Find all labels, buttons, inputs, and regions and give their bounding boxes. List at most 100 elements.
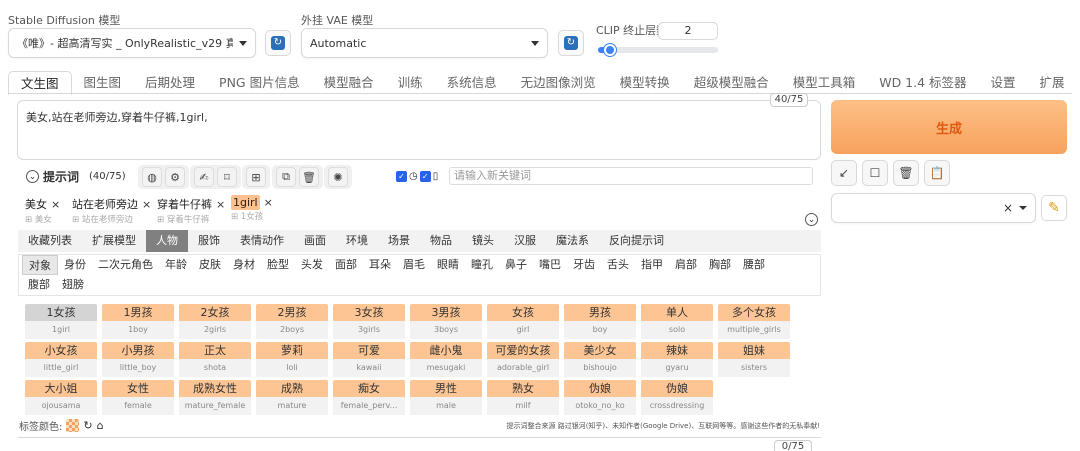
checkbox-icon[interactable]: ✓ <box>396 171 407 182</box>
tag-chip[interactable]: 3男孩 3boys <box>410 304 482 339</box>
prompt-tag[interactable]: 穿着牛仔裤 × ⊞ 穿着牛仔裤 <box>157 196 225 225</box>
close-icon[interactable]: × <box>142 198 151 211</box>
edit-doc-icon[interactable]: ✍ <box>194 167 214 187</box>
keyword-input[interactable]: 请输入新关键词 <box>449 167 813 185</box>
tag-chip[interactable]: 男孩 boy <box>564 304 636 339</box>
trash-icon[interactable]: 🗑 <box>299 167 319 187</box>
tag-chip[interactable]: 成熟女性 mature_female <box>179 380 251 415</box>
tag-chip[interactable]: 熟女 milf <box>487 380 559 415</box>
tab-9[interactable]: 超级模型融合 <box>682 71 781 95</box>
tag-chip[interactable]: 成熟 mature <box>256 380 328 415</box>
sd-model-select[interactable]: 《唯》- 超高清写实 _ OnlyRealistic_v29 真实.sa <box>8 28 256 58</box>
tab-8[interactable]: 模型转换 <box>608 71 682 95</box>
tab-12[interactable]: 设置 <box>979 71 1028 95</box>
bookmark-icon[interactable]: ⌑ <box>217 167 237 187</box>
chevron-down-icon[interactable]: ⌄ <box>805 213 818 226</box>
vae-select[interactable]: Automatic <box>301 28 548 58</box>
category-tab[interactable]: 场景 <box>378 230 420 252</box>
checkbox-icon[interactable]: ✓ <box>419 171 431 182</box>
close-icon[interactable]: × <box>51 198 60 211</box>
tag-chip[interactable]: 2女孩 2girls <box>179 304 251 339</box>
subcategory-tab[interactable]: 头发 <box>295 255 329 275</box>
clip-slider[interactable] <box>598 44 718 56</box>
tag-chip[interactable]: 2男孩 2boys <box>256 304 328 339</box>
tag-chip[interactable]: 1女孩 1girl <box>25 304 97 339</box>
tag-chip[interactable]: 伪娘 otoko_no_ko <box>564 380 636 415</box>
subcategory-tab[interactable]: 舌头 <box>601 255 635 275</box>
subcategory-tab[interactable]: 面部 <box>329 255 363 275</box>
subcategory-tab[interactable]: 腰部 <box>737 255 771 275</box>
gear-icon[interactable]: ⚙ <box>165 167 185 187</box>
subcategory-tab[interactable]: 耳朵 <box>363 255 397 275</box>
tab-7[interactable]: 无边图像浏览 <box>509 71 608 95</box>
trash-button[interactable]: 🗑 <box>893 160 919 186</box>
tag-chip[interactable]: 伪娘 crossdressing <box>641 380 713 415</box>
subcategory-tab[interactable]: 胸部 <box>703 255 737 275</box>
sd-model-refresh-button[interactable]: ↻ <box>265 30 291 56</box>
close-icon[interactable]: × <box>216 198 225 211</box>
subcategory-tab[interactable]: 二次元角色 <box>92 255 159 275</box>
tag-chip[interactable]: 姐妹 sisters <box>718 342 790 377</box>
tag-chip[interactable]: 痴女 female_perv... <box>333 380 405 415</box>
tag-chip[interactable]: 辣妹 gyaru <box>641 342 713 377</box>
category-tab[interactable]: 收藏列表 <box>18 230 82 252</box>
subcategory-tab[interactable]: 年龄 <box>159 255 193 275</box>
tab-2[interactable]: 后期处理 <box>133 71 207 95</box>
category-tab[interactable]: 汉服 <box>504 230 546 252</box>
clip-value-input[interactable]: 2 <box>658 22 718 40</box>
tag-chip[interactable]: 女孩 girl <box>487 304 559 339</box>
prompt-tag[interactable]: 站在老师旁边 × ⊞ 站在老师旁边 <box>72 196 151 225</box>
category-tab[interactable]: 画面 <box>294 230 336 252</box>
tab-0[interactable]: 文生图 <box>8 71 72 95</box>
tag-chip[interactable]: 雌小鬼 mesugaki <box>410 342 482 377</box>
tab-4[interactable]: 模型融合 <box>312 71 386 95</box>
close-icon[interactable]: × <box>264 196 273 209</box>
subcategory-tab[interactable]: 嘴巴 <box>533 255 567 275</box>
tag-chip[interactable]: 单人 solo <box>641 304 713 339</box>
copy-icon[interactable]: ⧉ <box>276 167 296 187</box>
paste-params-button[interactable]: ↙ <box>831 160 857 186</box>
category-tab[interactable]: 魔法系 <box>546 230 599 252</box>
tag-chip[interactable]: 正太 shota <box>179 342 251 377</box>
tag-chip[interactable]: 多个女孩 multiple_girls <box>718 304 790 339</box>
subcategory-tab[interactable]: 腹部 <box>22 275 56 295</box>
tag-chip[interactable]: 男性 male <box>410 380 482 415</box>
tab-13[interactable]: 扩展 <box>1028 71 1077 95</box>
tag-chip[interactable]: 3女孩 3girls <box>333 304 405 339</box>
category-tab[interactable]: 人物 <box>146 230 188 252</box>
tag-chip[interactable]: 小女孩 little_girl <box>25 342 97 377</box>
category-tab[interactable]: 表情动作 <box>230 230 294 252</box>
subcategory-tab[interactable]: 肩部 <box>669 255 703 275</box>
subcategory-tab[interactable]: 眉毛 <box>397 255 431 275</box>
collapse-icon[interactable]: ⌄ <box>26 170 39 183</box>
settings-icon[interactable]: ⌂ <box>97 419 104 432</box>
color-swatch[interactable] <box>66 419 80 432</box>
subcategory-tab[interactable]: 翅膀 <box>56 275 90 295</box>
tab-10[interactable]: 模型工具箱 <box>781 71 868 95</box>
subcategory-tab[interactable]: 眼睛 <box>431 255 465 275</box>
globe-icon[interactable]: ◍ <box>142 167 162 187</box>
category-tab[interactable]: 物品 <box>420 230 462 252</box>
tab-3[interactable]: PNG 图片信息 <box>207 71 312 95</box>
category-tab[interactable]: 环境 <box>336 230 378 252</box>
clear-button[interactable]: ☐ <box>862 160 888 186</box>
subcategory-tab[interactable]: 对象 <box>22 255 58 275</box>
tag-chip[interactable]: 大小姐 ojousama <box>25 380 97 415</box>
prompt-textarea[interactable]: 美女,站在老师旁边,穿着牛仔裤,1girl, <box>17 100 821 160</box>
category-tab[interactable]: 镜头 <box>462 230 504 252</box>
category-tab[interactable]: 反向提示词 <box>599 230 674 252</box>
tag-chip[interactable]: 女性 female <box>102 380 174 415</box>
subcategory-tab[interactable]: 身份 <box>58 255 92 275</box>
vae-refresh-button[interactable]: ↻ <box>558 30 584 56</box>
category-tab[interactable]: 服饰 <box>188 230 230 252</box>
generate-button[interactable]: 生成 <box>831 100 1067 154</box>
tab-6[interactable]: 系统信息 <box>435 71 509 95</box>
subcategory-tab[interactable]: 瞳孔 <box>465 255 499 275</box>
close-icon[interactable]: × <box>1003 201 1013 215</box>
tag-chip[interactable]: 萝莉 loli <box>256 342 328 377</box>
tag-chip[interactable]: 可爱 kawaii <box>333 342 405 377</box>
subcategory-tab[interactable]: 皮肤 <box>193 255 227 275</box>
edit-style-button[interactable]: ✎ <box>1041 195 1067 221</box>
prompt-tag[interactable]: 1girl × ⊞ 1女孩 <box>231 195 273 222</box>
subcategory-tab[interactable]: 指甲 <box>635 255 669 275</box>
